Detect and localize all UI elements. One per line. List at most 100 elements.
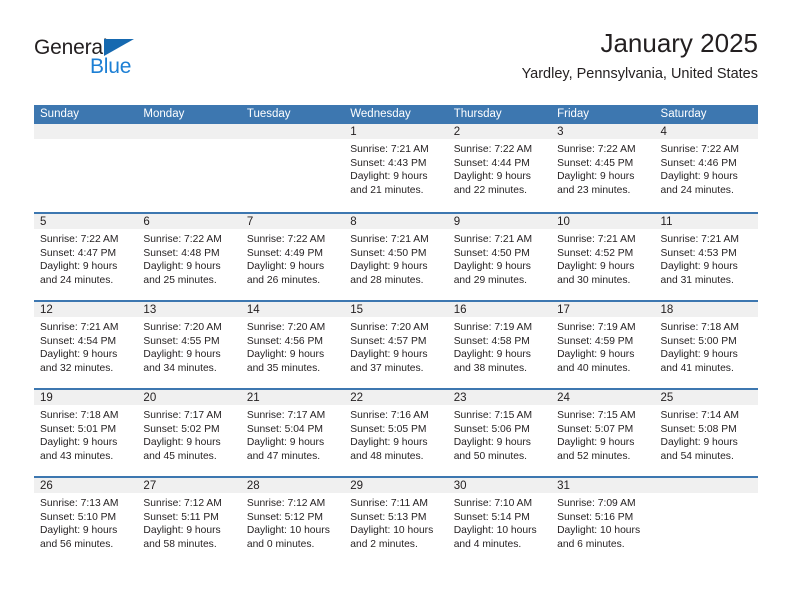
- day-number-band: 8: [344, 214, 448, 230]
- sunset-text: Sunset: 4:46 PM: [660, 157, 737, 169]
- day-cell-24[interactable]: 24 Sunrise: 7:15 AM Sunset: 5:07 PM Dayligh…: [551, 390, 655, 476]
- day-cell-27[interactable]: 27 Sunrise: 7:12 AM Sunset: 5:11 PM Dayligh…: [137, 478, 241, 564]
- sunrise-text: Sunrise: 7:21 AM: [660, 234, 739, 245]
- daylight-text-line1: Daylight: 9 hours: [453, 171, 531, 183]
- day-cell-17[interactable]: 17 Sunrise: 7:19 AM Sunset: 4:59 PM Dayligh…: [551, 302, 655, 388]
- day-cell-14[interactable]: 14 Sunrise: 7:20 AM Sunset: 4:56 PM Dayligh…: [240, 302, 345, 388]
- day-cell-8[interactable]: 8 Sunrise: 7:21 AM Sunset: 4:50 PM Daylight…: [344, 214, 448, 300]
- day-number: 10: [557, 216, 570, 228]
- daylight-text-line2: and 58 minutes.: [143, 538, 217, 550]
- daylight-text-line1: Daylight: 9 hours: [143, 349, 221, 361]
- sunset-text: Sunset: 4:47 PM: [40, 247, 117, 259]
- day-cell-empty: [654, 478, 758, 564]
- day-number-band: 27: [137, 478, 241, 494]
- day-of-week-saturday: Saturday: [660, 108, 707, 120]
- day-cell-4[interactable]: 4 Sunrise: 7:22 AM Sunset: 4:46 PM Daylight…: [654, 124, 758, 212]
- sunrise-text: Sunrise: 7:10 AM: [453, 498, 533, 509]
- daylight-text-line2: and 23 minutes.: [557, 184, 631, 196]
- day-cell-11[interactable]: 11 Sunrise: 7:21 AM Sunset: 4:53 PM Dayligh…: [654, 214, 758, 300]
- sunset-text: Sunset: 4:56 PM: [246, 335, 323, 347]
- day-cell-1[interactable]: 1 Sunrise: 7:21 AM Sunset: 4:43 PM Daylight…: [344, 124, 448, 212]
- daylight-text-line1: Daylight: 9 hours: [350, 171, 428, 183]
- sunset-text: Sunset: 5:06 PM: [453, 423, 530, 435]
- day-cell-28[interactable]: 28 Sunrise: 7:12 AM Sunset: 5:12 PM Dayligh…: [240, 478, 345, 564]
- day-cell-12[interactable]: 12 Sunrise: 7:21 AM Sunset: 4:54 PM Dayligh…: [34, 302, 138, 388]
- calendar-week-row: 12 Sunrise: 7:21 AM Sunset: 4:54 PM Dayligh…: [34, 300, 758, 388]
- day-cell-23[interactable]: 23 Sunrise: 7:15 AM Sunset: 5:06 PM Dayligh…: [447, 390, 552, 476]
- daylight-text-line1: Daylight: 9 hours: [350, 261, 428, 273]
- day-number: 2: [453, 126, 461, 138]
- day-cell-2[interactable]: 2 Sunrise: 7:22 AM Sunset: 4:44 PM Daylight…: [447, 124, 552, 212]
- daylight-text-line2: and 52 minutes.: [557, 450, 631, 462]
- day-cell-25[interactable]: 25 Sunrise: 7:14 AM Sunset: 5:08 PM Dayligh…: [654, 390, 758, 476]
- day-of-week-friday: Friday: [557, 108, 590, 120]
- daylight-text-line2: and 2 minutes.: [350, 538, 418, 550]
- day-cell-empty: [137, 124, 241, 212]
- day-details: Sunrise: 7:21 AM Sunset: 4:53 PM Daylight:…: [655, 230, 758, 287]
- brand-name-blue: Blue: [90, 55, 132, 78]
- sunrise-text: Sunrise: 7:22 AM: [557, 144, 636, 155]
- day-details: Sunrise: 7:19 AM Sunset: 4:58 PM Daylight:…: [448, 318, 551, 375]
- day-number-band: 7: [240, 214, 345, 230]
- daylight-text-line1: Daylight: 10 hours: [453, 525, 537, 537]
- day-cell-10[interactable]: 10 Sunrise: 7:21 AM Sunset: 4:52 PM Dayligh…: [551, 214, 655, 300]
- day-number-band: [654, 478, 758, 494]
- day-details: Sunrise: 7:22 AM Sunset: 4:49 PM Daylight:…: [241, 230, 344, 287]
- day-number: 22: [350, 392, 364, 404]
- day-cell-6[interactable]: 6 Sunrise: 7:22 AM Sunset: 4:48 PM Daylight…: [137, 214, 241, 300]
- day-cell-29[interactable]: 29 Sunrise: 7:11 AM Sunset: 5:13 PM Dayligh…: [344, 478, 448, 564]
- daylight-text-line2: and 30 minutes.: [557, 274, 631, 286]
- sunset-text: Sunset: 5:14 PM: [453, 511, 530, 523]
- daylight-text-line2: and 50 minutes.: [453, 450, 527, 462]
- day-cell-15[interactable]: 15 Sunrise: 7:20 AM Sunset: 4:57 PM Dayligh…: [344, 302, 448, 388]
- day-cell-5[interactable]: 5 Sunrise: 7:22 AM Sunset: 4:47 PM Daylight…: [34, 214, 138, 300]
- daylight-text-line1: Daylight: 9 hours: [557, 349, 635, 361]
- day-number: 26: [40, 480, 53, 492]
- day-cell-18[interactable]: 18 Sunrise: 7:18 AM Sunset: 5:00 PM Dayligh…: [654, 302, 758, 388]
- day-cell-7[interactable]: 7 Sunrise: 7:22 AM Sunset: 4:49 PM Daylight…: [240, 214, 345, 300]
- day-number-band: [34, 124, 138, 140]
- day-cell-3[interactable]: 3 Sunrise: 7:22 AM Sunset: 4:45 PM Daylight…: [551, 124, 655, 212]
- daylight-text-line2: and 0 minutes.: [246, 538, 315, 550]
- day-cell-16[interactable]: 16 Sunrise: 7:19 AM Sunset: 4:58 PM Dayligh…: [447, 302, 552, 388]
- calendar-weeks: 1 Sunrise: 7:21 AM Sunset: 4:43 PM Daylight…: [34, 124, 758, 564]
- day-number: 11: [660, 216, 673, 228]
- day-number-band: 9: [447, 214, 552, 230]
- page-header: General Blue January 2025 Yardley, Penns…: [34, 28, 758, 98]
- day-cell-31[interactable]: 31 Sunrise: 7:09 AM Sunset: 5:16 PM Dayligh…: [551, 478, 655, 564]
- day-number-band: 20: [137, 390, 241, 406]
- sunset-text: Sunset: 4:52 PM: [557, 247, 634, 259]
- calendar-week-row: 19 Sunrise: 7:18 AM Sunset: 5:01 PM Dayligh…: [34, 388, 758, 476]
- day-number: 24: [557, 392, 570, 404]
- sunset-text: Sunset: 4:50 PM: [350, 247, 427, 259]
- sunrise-text: Sunrise: 7:21 AM: [40, 322, 119, 333]
- day-details: Sunrise: 7:22 AM Sunset: 4:45 PM Daylight:…: [551, 140, 654, 197]
- daylight-text-line1: Daylight: 9 hours: [246, 437, 325, 449]
- day-number-band: 5: [34, 214, 138, 230]
- daylight-text-line1: Daylight: 9 hours: [246, 261, 325, 273]
- day-number-band: [240, 124, 345, 140]
- day-number: 12: [40, 304, 53, 316]
- location-subtitle: Yardley, Pennsylvania, United States: [521, 66, 758, 82]
- day-cell-26[interactable]: 26 Sunrise: 7:13 AM Sunset: 5:10 PM Dayligh…: [34, 478, 138, 564]
- day-cell-21[interactable]: 21 Sunrise: 7:17 AM Sunset: 5:04 PM Dayligh…: [240, 390, 345, 476]
- day-cell-13[interactable]: 13 Sunrise: 7:20 AM Sunset: 4:55 PM Dayligh…: [137, 302, 241, 388]
- sunset-text: Sunset: 4:58 PM: [453, 335, 530, 347]
- day-number-band: 25: [654, 390, 758, 406]
- day-cell-19[interactable]: 19 Sunrise: 7:18 AM Sunset: 5:01 PM Dayligh…: [34, 390, 138, 476]
- day-of-week-wednesday: Wednesday: [350, 108, 411, 120]
- day-cell-9[interactable]: 9 Sunrise: 7:21 AM Sunset: 4:50 PM Daylight…: [447, 214, 552, 300]
- daylight-text-line2: and 24 minutes.: [660, 184, 734, 196]
- sunset-text: Sunset: 4:54 PM: [40, 335, 117, 347]
- day-details: Sunrise: 7:15 AM Sunset: 5:07 PM Daylight:…: [551, 406, 654, 463]
- day-details: Sunrise: 7:10 AM Sunset: 5:14 PM Daylight:…: [448, 494, 551, 551]
- day-number-band: 23: [447, 390, 552, 406]
- day-cell-20[interactable]: 20 Sunrise: 7:17 AM Sunset: 5:02 PM Dayligh…: [137, 390, 241, 476]
- sunset-text: Sunset: 5:05 PM: [350, 423, 427, 435]
- calendar-week-row: 26 Sunrise: 7:13 AM Sunset: 5:10 PM Dayligh…: [34, 476, 758, 564]
- day-cell-30[interactable]: 30 Sunrise: 7:10 AM Sunset: 5:14 PM Dayligh…: [447, 478, 552, 564]
- day-cell-22[interactable]: 22 Sunrise: 7:16 AM Sunset: 5:05 PM Dayligh…: [344, 390, 448, 476]
- day-number: 19: [40, 392, 53, 404]
- daylight-text-line2: and 29 minutes.: [453, 274, 527, 286]
- day-number: 7: [246, 216, 254, 228]
